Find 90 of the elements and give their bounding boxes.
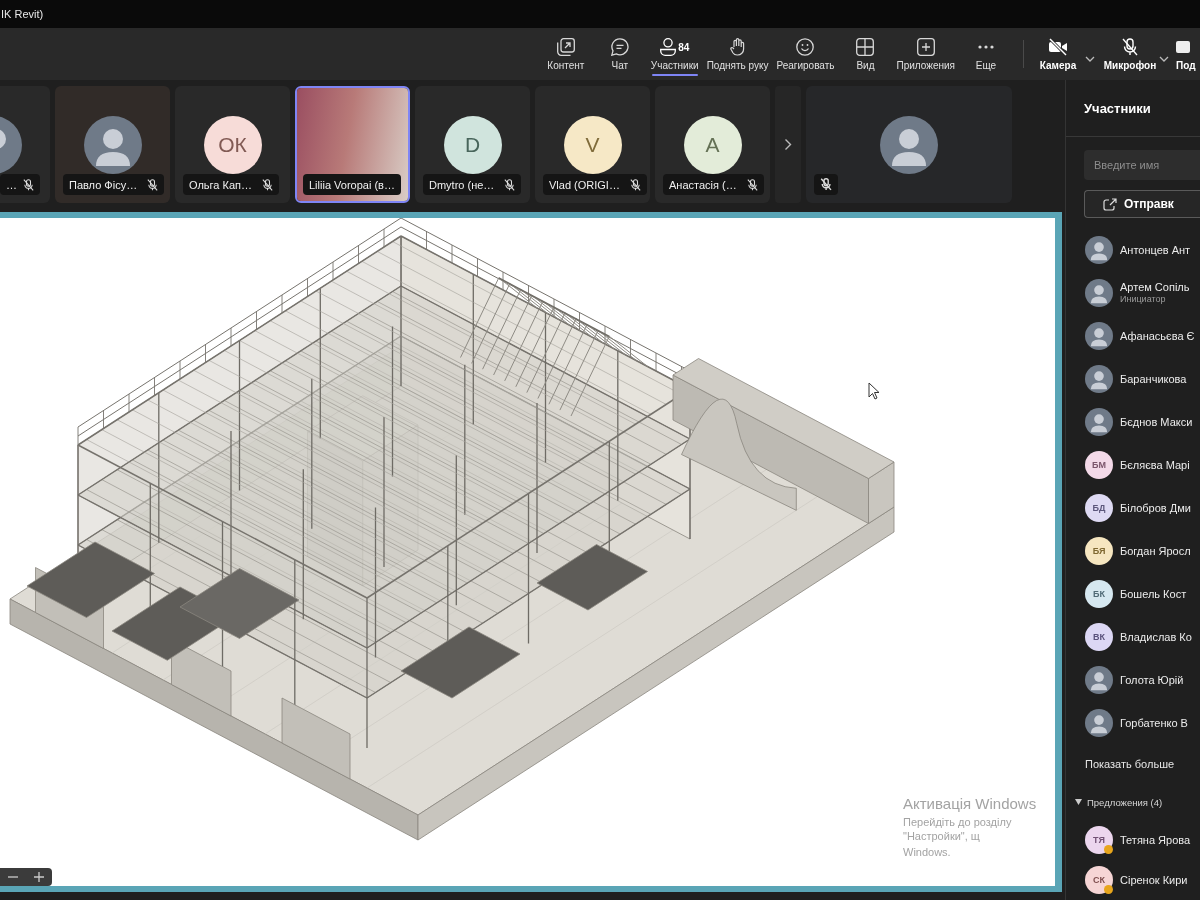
view-button[interactable]: Вид: [838, 28, 893, 80]
participant-name: Dmytro (не…: [429, 178, 495, 191]
minus-icon: [8, 876, 18, 878]
participant-name: Павло Фісу…: [69, 178, 138, 191]
chevron-right-icon: [784, 138, 792, 151]
participant-name: …: [6, 178, 17, 191]
caret-down-icon: [1075, 799, 1082, 805]
initials-avatar: БД: [1085, 493, 1113, 522]
participant-name[interactable]: Афанасьєва Є: [1120, 329, 1195, 342]
activation-title: Активація Windows: [903, 794, 1038, 813]
zoom-out-button[interactable]: [6, 874, 20, 880]
avatar-silhouette-icon: [83, 116, 142, 174]
participant-name: Ольга Кап…: [189, 178, 252, 191]
zoom-in-button[interactable]: [32, 870, 46, 884]
participant-name[interactable]: Бєднов Макси: [1120, 415, 1193, 428]
initials-avatar: БК: [1085, 579, 1113, 608]
initials-avatar: ВК: [1085, 622, 1113, 651]
participant-tile[interactable]: Павло Фісу…: [55, 86, 170, 203]
participant-name[interactable]: Бєляєва Марі: [1120, 458, 1190, 471]
panel-title: Участники: [1084, 100, 1151, 116]
more-button[interactable]: Еще: [959, 28, 1013, 80]
participant-name[interactable]: Горбатенко В: [1120, 716, 1188, 729]
react-button[interactable]: Реагировать: [772, 28, 839, 80]
avatar-silhouette-icon: [1085, 364, 1113, 393]
hand-icon: [729, 38, 746, 56]
initials-avatar: БМ: [1085, 450, 1113, 479]
avatar-silhouette-icon: [1085, 708, 1113, 737]
participant-name[interactable]: Білобров Дми: [1120, 501, 1191, 514]
participant-tile[interactable]: ОК Ольга Кап…: [175, 86, 290, 203]
participant-name: Liliia Voropai (в…: [309, 178, 395, 191]
participant-tile[interactable]: V Vlad (ORIGI…: [535, 86, 650, 203]
smiley-icon: [796, 38, 815, 56]
participant-name[interactable]: Владислав Ко: [1120, 630, 1192, 643]
suggestions-toggle[interactable]: Предложения (4): [1066, 784, 1200, 820]
participant-name[interactable]: Артем Сопіль: [1120, 281, 1190, 293]
initials-avatar: СК: [1085, 866, 1113, 894]
participant-name: Анастасія (…: [669, 178, 737, 191]
participant-tile[interactable]: А Анастасія (…: [655, 86, 770, 203]
participant-tile[interactable]: [806, 86, 1012, 203]
chat-button[interactable]: Чат: [592, 28, 647, 80]
cursor-icon: [868, 382, 880, 400]
plus-square-icon: [916, 38, 935, 56]
participant-name[interactable]: Голота Юрій: [1120, 673, 1184, 686]
chat-bubble-icon: [610, 38, 629, 56]
participant-role: Инициатор: [1120, 294, 1167, 304]
microphone-button[interactable]: Микрофон: [1102, 28, 1158, 80]
invite-button[interactable]: Отправк: [1084, 190, 1200, 218]
share-screen-icon: [1176, 41, 1190, 53]
participant-tile[interactable]: Liliia Voropai (в…: [295, 86, 410, 203]
camera-button[interactable]: Камера: [1032, 28, 1084, 80]
raise-hand-button[interactable]: Поднять руку: [702, 28, 773, 80]
grid-icon: [856, 38, 875, 56]
participants-button[interactable]: 84 Участники: [646, 28, 703, 80]
share-tray-icon: [556, 38, 575, 56]
activation-hint: Windows.: [903, 845, 952, 859]
participant-name[interactable]: Богдан Яросл: [1120, 544, 1191, 557]
participant-name[interactable]: Тетяна Ярова: [1120, 834, 1191, 846]
chevron-down-icon: [1085, 56, 1095, 62]
window-title: IK Revit): [0, 8, 44, 20]
share-icon: [1103, 197, 1117, 211]
avatar-silhouette-icon: [1085, 321, 1113, 350]
share-button[interactable]: Под: [1176, 28, 1200, 80]
participant-name[interactable]: Баранчикова: [1120, 372, 1187, 385]
avatar-silhouette-icon: [1085, 235, 1113, 264]
participant-name: Vlad (ORIGI…: [549, 178, 620, 191]
participant-name[interactable]: Антонцев Ант: [1120, 243, 1191, 256]
initials-avatar: V: [563, 116, 622, 174]
participant-tile[interactable]: D Dmytro (не…: [415, 86, 530, 203]
avatar-silhouette-icon: [1085, 407, 1113, 436]
plus-icon: [34, 872, 44, 882]
avatar-silhouette-icon: [880, 116, 938, 174]
search-field[interactable]: Введите имя: [1084, 150, 1200, 180]
apps-button[interactable]: Приложения: [892, 28, 959, 80]
activation-hint: Перейдіть до розділу "Настройки", щ: [903, 815, 1013, 843]
avatar-silhouette-icon: [1085, 278, 1113, 307]
initials-avatar: БЯ: [1085, 536, 1113, 565]
avatar-silhouette-icon: [0, 116, 22, 174]
initials-avatar: ОК: [203, 116, 262, 174]
chevron-down-icon: [1159, 56, 1169, 62]
person-icon: [660, 38, 677, 56]
avatar-silhouette-icon: [1085, 665, 1113, 694]
initials-avatar: А: [683, 116, 742, 174]
show-more-link[interactable]: Показать больше: [1066, 744, 1200, 784]
initials-avatar: ТЯ: [1085, 826, 1113, 854]
initials-avatar: D: [443, 116, 502, 174]
participant-name[interactable]: Бошель Кост: [1120, 587, 1187, 600]
participant-tile[interactable]: …: [0, 86, 50, 203]
more-icon: [978, 45, 994, 49]
share-content-button[interactable]: Контент: [538, 28, 593, 80]
participant-name[interactable]: Сіренок Кири: [1120, 874, 1188, 886]
